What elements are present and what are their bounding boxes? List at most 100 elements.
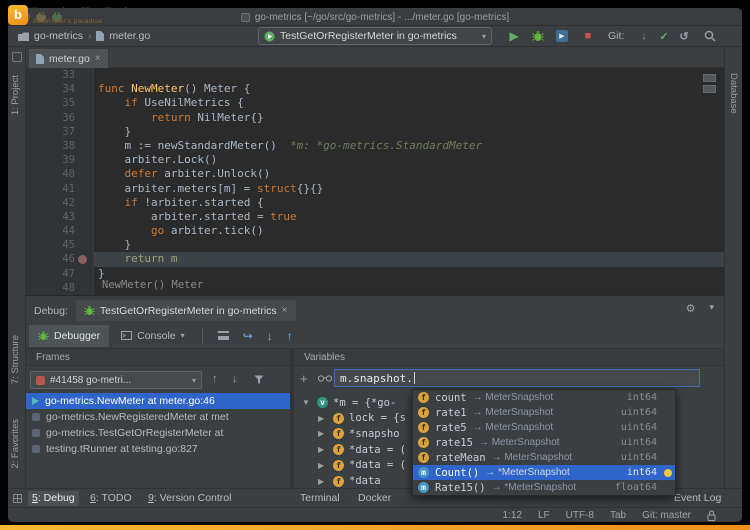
- tree-toggle-icon[interactable]: ▶: [318, 477, 328, 486]
- tree-toggle-icon[interactable]: ▶: [318, 461, 328, 470]
- breadcrumb-project[interactable]: go-metrics: [34, 30, 83, 42]
- settings-gear-icon[interactable]: ⚙: [686, 302, 696, 315]
- indent-style[interactable]: Tab: [610, 510, 626, 521]
- evaluate-expression-input[interactable]: m.snapshot.: [334, 369, 700, 387]
- git-revert-button[interactable]: ↺: [676, 28, 692, 44]
- step-into-icon[interactable]: ↓: [267, 329, 273, 343]
- completion-return-type: int64: [626, 467, 657, 478]
- coverage-button[interactable]: ▶: [554, 28, 570, 44]
- editor-tab-meter-go[interactable]: meter.go ×: [28, 48, 109, 68]
- add-watch-icon[interactable]: +: [300, 371, 308, 386]
- code-line: defer arbiter.Unlock(): [94, 167, 724, 181]
- stripe-button-database[interactable]: Database: [728, 73, 739, 114]
- tree-toggle-icon[interactable]: ▶: [318, 429, 328, 438]
- run-button[interactable]: ▶: [506, 28, 522, 44]
- code-editor[interactable]: 33 34 35 36 37 38 39 40 41 42 43 44 45 46 47 48 func Ne…: [26, 68, 724, 295]
- stop-button[interactable]: ■: [580, 28, 596, 44]
- code-line: }: [94, 125, 724, 139]
- run-configuration-select[interactable]: TestGetOrRegisterMeter in go-metrics ▾: [258, 27, 492, 45]
- line-number: 47: [62, 267, 75, 280]
- toolwindow-button-debug[interactable]: 5: Debug: [28, 491, 79, 506]
- line-number: 35: [62, 97, 75, 110]
- filter-frames-button[interactable]: [254, 375, 264, 385]
- stripe-button-structure[interactable]: 7: Structure: [10, 335, 21, 384]
- completion-item[interactable]: f rateMean → MeterSnapshot uint64: [413, 450, 675, 465]
- field-icon: f: [333, 459, 344, 471]
- hide-panel-icon[interactable]: ▾: [709, 302, 714, 315]
- completion-item[interactable]: f rate1 → MeterSnapshot uint64: [413, 405, 675, 420]
- completion-item[interactable]: f count → MeterSnapshot int64: [413, 390, 675, 405]
- encoding[interactable]: UTF-8: [566, 510, 594, 521]
- thread-selector[interactable]: #41458 go-metri... ▾: [30, 371, 202, 389]
- toolwindow-button-event-log[interactable]: Event Log: [670, 491, 725, 506]
- line-ending[interactable]: LF: [538, 510, 550, 521]
- code-token: NilMeter{}: [190, 110, 264, 124]
- next-frame-button[interactable]: ↓: [232, 373, 238, 385]
- stack-frame[interactable]: go-metrics.NewRegisteredMeter at met: [26, 409, 290, 425]
- step-over-icon[interactable]: ↪: [243, 329, 253, 343]
- completion-item[interactable]: m Count() → *MeterSnapshot int64: [413, 465, 675, 480]
- line-number: 34: [62, 83, 75, 96]
- variable-icon: v: [317, 397, 328, 408]
- toolwindow-button-terminal[interactable]: Terminal: [296, 491, 344, 506]
- debug-session-tab[interactable]: TestGetOrRegisterMeter in go-metrics ×: [75, 300, 296, 321]
- git-update-button[interactable]: ↓: [636, 28, 652, 44]
- git-commit-button[interactable]: ✓: [656, 28, 672, 44]
- tab-debugger-label: Debugger: [54, 329, 101, 342]
- search-everywhere-button[interactable]: [702, 28, 718, 44]
- breadcrumb-file[interactable]: meter.go: [109, 30, 150, 42]
- debug-button[interactable]: [530, 28, 546, 44]
- toolwindow-button-todo[interactable]: 6: TODO: [86, 491, 136, 506]
- completion-type: → MeterSnapshot: [472, 422, 554, 433]
- completion-return-type: uint64: [620, 407, 657, 418]
- step-out-icon[interactable]: ↑: [287, 329, 293, 343]
- tab-console[interactable]: Console ▾: [112, 325, 194, 347]
- completion-type: → MeterSnapshot: [472, 392, 554, 403]
- readonly-lock-icon[interactable]: [707, 510, 716, 521]
- tool-window-switcher-icon[interactable]: [13, 494, 22, 503]
- stack-frame[interactable]: go-metrics.TestGetOrRegisterMeter at: [26, 425, 290, 441]
- stripe-icon: [12, 52, 22, 62]
- bug-icon: [38, 330, 49, 341]
- screenshot-root: go-metrics [~/go/src/go-metrics] - .../m…: [0, 0, 750, 530]
- editor-context-hint: NewMeter() Meter: [102, 279, 204, 291]
- tree-toggle-icon[interactable]: ▶: [318, 445, 328, 454]
- editor-annotation-marks: [703, 74, 716, 96]
- code-line: if !arbiter.started {: [94, 196, 724, 210]
- stack-frame[interactable]: go-metrics.NewMeter at meter.go:46: [26, 393, 290, 409]
- completion-item[interactable]: m Rate15() → *MeterSnapshot float64: [413, 480, 675, 495]
- editor-code-lines[interactable]: func NewMeter() Meter { if UseNilMetrics…: [94, 68, 724, 295]
- main-toolbar: go-metrics › meter.go TestGetOrRegisterM…: [8, 26, 742, 47]
- completion-item[interactable]: f rate15 → MeterSnapshot uint64: [413, 435, 675, 450]
- breadcrumb-separator: ›: [88, 30, 92, 42]
- code-token: if: [124, 195, 138, 209]
- tree-toggle-icon[interactable]: ▶: [318, 414, 328, 423]
- completion-bulb-icon: [664, 468, 672, 477]
- close-icon[interactable]: ×: [95, 53, 101, 64]
- restore-layout-icon[interactable]: [217, 331, 229, 340]
- git-branch[interactable]: Git: master: [642, 510, 691, 521]
- editor-gutter[interactable]: 33 34 35 36 37 38 39 40 41 42 43 44 45 46 47 48: [26, 68, 94, 295]
- scroll-mark-icon: [703, 85, 716, 93]
- caret-position[interactable]: 1:12: [502, 510, 521, 521]
- previous-frame-button[interactable]: ↑: [212, 373, 218, 385]
- completion-name: rateMean: [435, 451, 486, 464]
- breakpoint-icon[interactable]: [78, 255, 87, 264]
- watermark-logo: b: [8, 5, 28, 25]
- tab-debugger[interactable]: Debugger: [29, 324, 110, 347]
- stripe-button-favorites[interactable]: 2: Favorites: [10, 419, 21, 469]
- toolwindow-button-docker[interactable]: Docker: [354, 491, 395, 506]
- toolwindow-button-version-control[interactable]: 9: Version Control: [144, 491, 235, 506]
- completion-item[interactable]: f rate5 → MeterSnapshot uint64: [413, 420, 675, 435]
- variable-label: *data = (: [349, 443, 406, 456]
- close-icon[interactable]: ×: [282, 305, 288, 316]
- stripe-button-project[interactable]: 1: Project: [10, 75, 21, 115]
- method-icon: m: [418, 482, 429, 493]
- stack-frame[interactable]: testing.tRunner at testing.go:827: [26, 441, 290, 457]
- completion-popup: f count → MeterSnapshot int64 f rate1 → Mete…: [412, 389, 676, 496]
- completion-type: → MeterSnapshot: [478, 437, 560, 448]
- tree-toggle-icon[interactable]: ▼: [302, 398, 312, 407]
- code-token: !arbiter.started {: [137, 195, 264, 209]
